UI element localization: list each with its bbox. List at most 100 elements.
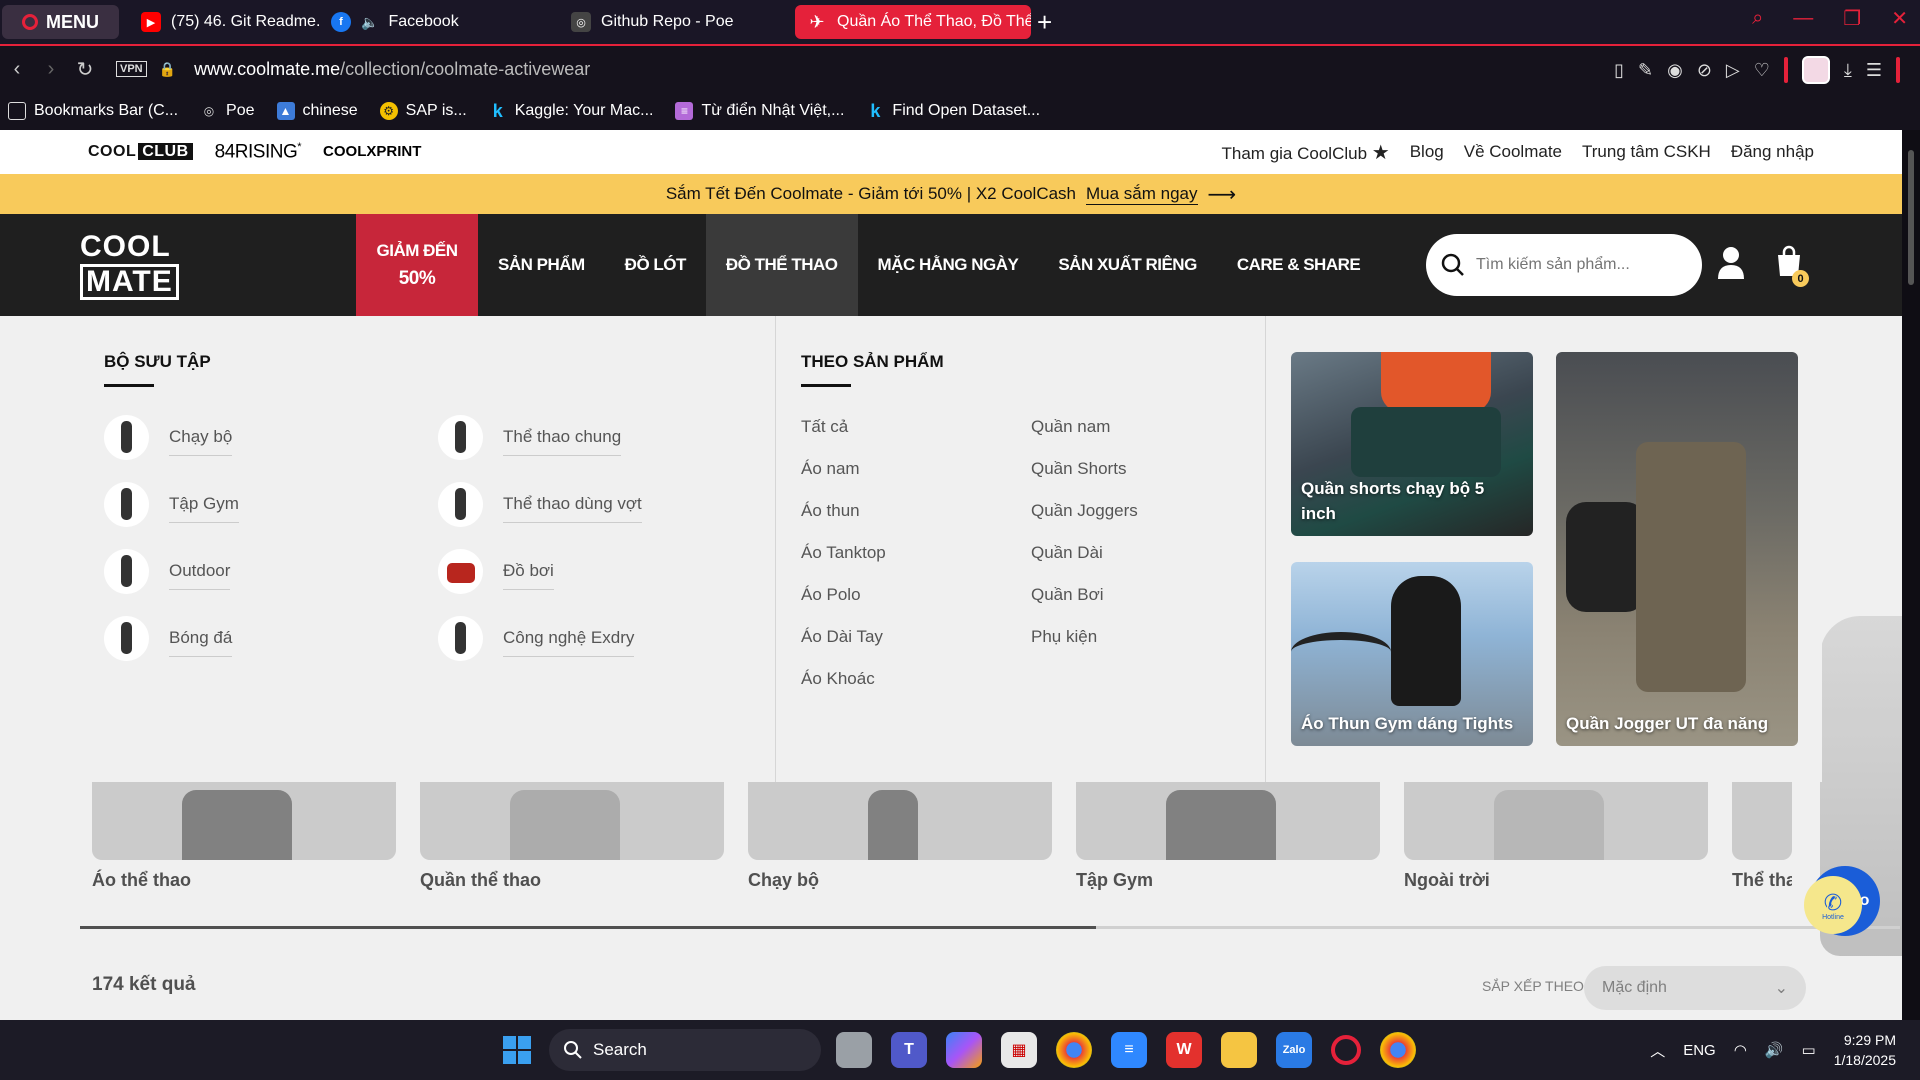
bookmark-item[interactable]: ▲ chinese	[276, 102, 358, 120]
collection-item[interactable]: Outdoor	[104, 549, 438, 594]
product-link[interactable]: Áo Tanktop	[801, 543, 1031, 563]
zalo-app-icon[interactable]: Zalo	[1276, 1032, 1312, 1068]
clock[interactable]: 9:29 PM 1/18/2025	[1834, 1030, 1896, 1070]
product-link[interactable]: Áo Khoác	[801, 669, 1031, 689]
nav-custom[interactable]: SẢN XUẤT RIÊNG	[1038, 214, 1216, 316]
file-explorer-icon[interactable]	[1221, 1032, 1257, 1068]
coolxprint-brand-link[interactable]: COOLXPRINT	[323, 143, 421, 160]
tab-coolmate[interactable]: ✈ Quần Áo Thể Thao, Đồ Thể	[795, 5, 1031, 39]
camera-icon[interactable]: ◉	[1667, 60, 1683, 81]
customer-care-link[interactable]: Trung tâm CSKH	[1582, 142, 1711, 162]
back-button[interactable]: ‹	[0, 58, 34, 81]
minimize-button[interactable]: —	[1793, 7, 1813, 30]
product-link[interactable]: Quần nam	[1031, 417, 1231, 437]
search-tabs-icon[interactable]: ⌕	[1752, 7, 1763, 30]
shield-icon[interactable]: ⊘	[1697, 60, 1712, 81]
collection-item[interactable]: Bóng đá	[104, 616, 438, 661]
nav-sale[interactable]: GIẢM ĐẾN 50%	[356, 214, 478, 316]
nav-everyday[interactable]: MẶC HẰNG NGÀY	[858, 214, 1039, 316]
store-icon[interactable]: ▦	[1001, 1032, 1037, 1068]
bookmark-item[interactable]: ⚙ SAP is...	[379, 102, 467, 120]
notepad-icon[interactable]: ≡	[1111, 1032, 1147, 1068]
feature-card-gym-tee[interactable]: Áo Thun Gym dáng Tights	[1291, 562, 1533, 746]
close-window-button[interactable]: ✕	[1891, 6, 1908, 31]
chrome-icon[interactable]	[1056, 1032, 1092, 1068]
task-view-icon[interactable]	[836, 1032, 872, 1068]
coolmate-logo[interactable]: COOL MATE	[80, 232, 179, 300]
collection-item[interactable]: Thể thao dùng vợt	[438, 482, 768, 527]
collection-item[interactable]: Tập Gym	[104, 482, 438, 527]
new-tab-button[interactable]: +	[1037, 7, 1052, 38]
collection-item[interactable]: Đồ bơi	[438, 549, 768, 594]
download-icon[interactable]: ⤓	[1844, 60, 1852, 81]
vpn-badge[interactable]: VPN	[116, 61, 147, 77]
lock-icon[interactable]: 🔒	[159, 61, 176, 78]
feature-card-jogger[interactable]: Quần Jogger UT đa năng	[1556, 352, 1798, 746]
bookmark-item[interactable]: k Kaggle: Your Mac...	[489, 101, 654, 121]
login-link[interactable]: Đăng nhập	[1731, 142, 1814, 162]
product-link[interactable]: Quần Dài	[1031, 543, 1231, 563]
feature-card-running-shorts[interactable]: Quần shorts chạy bộ 5 inch	[1291, 352, 1533, 536]
product-link[interactable]: Áo Polo	[801, 585, 1031, 605]
chrome-profile-icon[interactable]	[1380, 1032, 1416, 1068]
search-input[interactable]	[1476, 256, 1686, 274]
reader-icon[interactable]: ▯	[1614, 60, 1624, 81]
user-icon[interactable]	[1716, 246, 1746, 280]
nav-underwear[interactable]: ĐỒ LÓT	[605, 214, 706, 316]
collection-item[interactable]: Công nghệ Exdry	[438, 616, 768, 661]
edit-icon[interactable]: ✎	[1638, 60, 1653, 81]
page-scrollbar[interactable]	[1902, 130, 1920, 1020]
about-link[interactable]: Về Coolmate	[1464, 142, 1562, 162]
url-field[interactable]: www.coolmate.me/collection/coolmate-acti…	[194, 59, 590, 80]
promo-shop-now-link[interactable]: Mua sắm ngay	[1086, 184, 1198, 205]
bookmark-item[interactable]: ≡ Từ điển Nhật Việt,...	[675, 102, 844, 120]
product-link[interactable]: Áo thun	[801, 501, 1031, 521]
product-link[interactable]: Áo nam	[801, 459, 1031, 479]
opera-icon[interactable]	[1331, 1035, 1361, 1065]
search-icon[interactable]	[1440, 252, 1466, 278]
volume-icon[interactable]: 🔊	[1765, 1041, 1784, 1059]
join-coolclub-link[interactable]: Tham gia CoolClub ★	[1222, 140, 1390, 165]
tab-facebook[interactable]: f 🔈 Facebook	[319, 5, 559, 39]
easy-setup-icon[interactable]: ☰	[1866, 60, 1882, 81]
product-link[interactable]: Áo Dài Tay	[801, 627, 1031, 647]
product-link[interactable]: Quần Joggers	[1031, 501, 1231, 521]
bookmark-item[interactable]: k Find Open Dataset...	[866, 101, 1041, 121]
collection-item[interactable]: Thể thao chung	[438, 415, 768, 460]
copilot-icon[interactable]	[946, 1032, 982, 1068]
profile-avatar[interactable]	[1801, 56, 1830, 84]
forward-button[interactable]: ›	[34, 58, 68, 81]
maximize-button[interactable]: ❐	[1843, 6, 1861, 31]
tab-poe[interactable]: ◎ Github Repo - Poe	[559, 5, 795, 39]
product-link[interactable]: Quần Bơi	[1031, 585, 1231, 605]
reload-button[interactable]: ↻	[68, 57, 102, 82]
blog-link[interactable]: Blog	[1410, 142, 1444, 162]
product-link[interactable]: Phụ kiện	[1031, 627, 1231, 647]
collection-label: Công nghệ Exdry	[503, 628, 635, 657]
taskbar-search[interactable]: Search	[549, 1029, 821, 1071]
bookmark-item[interactable]: Bookmarks Bar (C...	[8, 102, 178, 120]
battery-icon[interactable]: ▭	[1802, 1041, 1816, 1059]
collection-item[interactable]: Chạy bộ	[104, 415, 438, 460]
language-indicator[interactable]: ENG	[1683, 1042, 1716, 1059]
scrollbar-thumb[interactable]	[1908, 150, 1914, 285]
product-link[interactable]: Tất cả	[801, 417, 1031, 437]
browser-menu-button[interactable]: MENU	[2, 5, 119, 39]
wps-icon[interactable]: W	[1166, 1032, 1202, 1068]
windows-start-icon[interactable]	[503, 1036, 531, 1064]
send-icon[interactable]: ▷	[1726, 60, 1740, 81]
product-link[interactable]: Quần Shorts	[1031, 459, 1231, 479]
chevron-up-icon[interactable]: ︿	[1650, 1040, 1665, 1061]
teams-icon[interactable]: T	[891, 1032, 927, 1068]
84rising-brand-link[interactable]: 84RISING*	[215, 141, 302, 163]
nav-care-share[interactable]: CARE & SHARE	[1217, 214, 1380, 316]
coolclub-brand-link[interactable]: COOL CLUB	[88, 142, 193, 161]
nav-sportswear[interactable]: ĐỒ THỂ THAO	[705, 214, 858, 316]
hotline-button[interactable]: ✆ Hotline	[1804, 876, 1862, 934]
bookmark-label: Find Open Dataset...	[892, 102, 1041, 119]
heart-icon[interactable]: ♡	[1754, 60, 1770, 81]
tab-youtube[interactable]: ▶ (75) 46. Git Readme.md fil	[129, 5, 319, 39]
bookmark-item[interactable]: ◎ Poe	[200, 102, 255, 120]
wifi-icon[interactable]: ◠	[1734, 1041, 1747, 1059]
nav-products[interactable]: SẢN PHẨM	[478, 214, 605, 316]
